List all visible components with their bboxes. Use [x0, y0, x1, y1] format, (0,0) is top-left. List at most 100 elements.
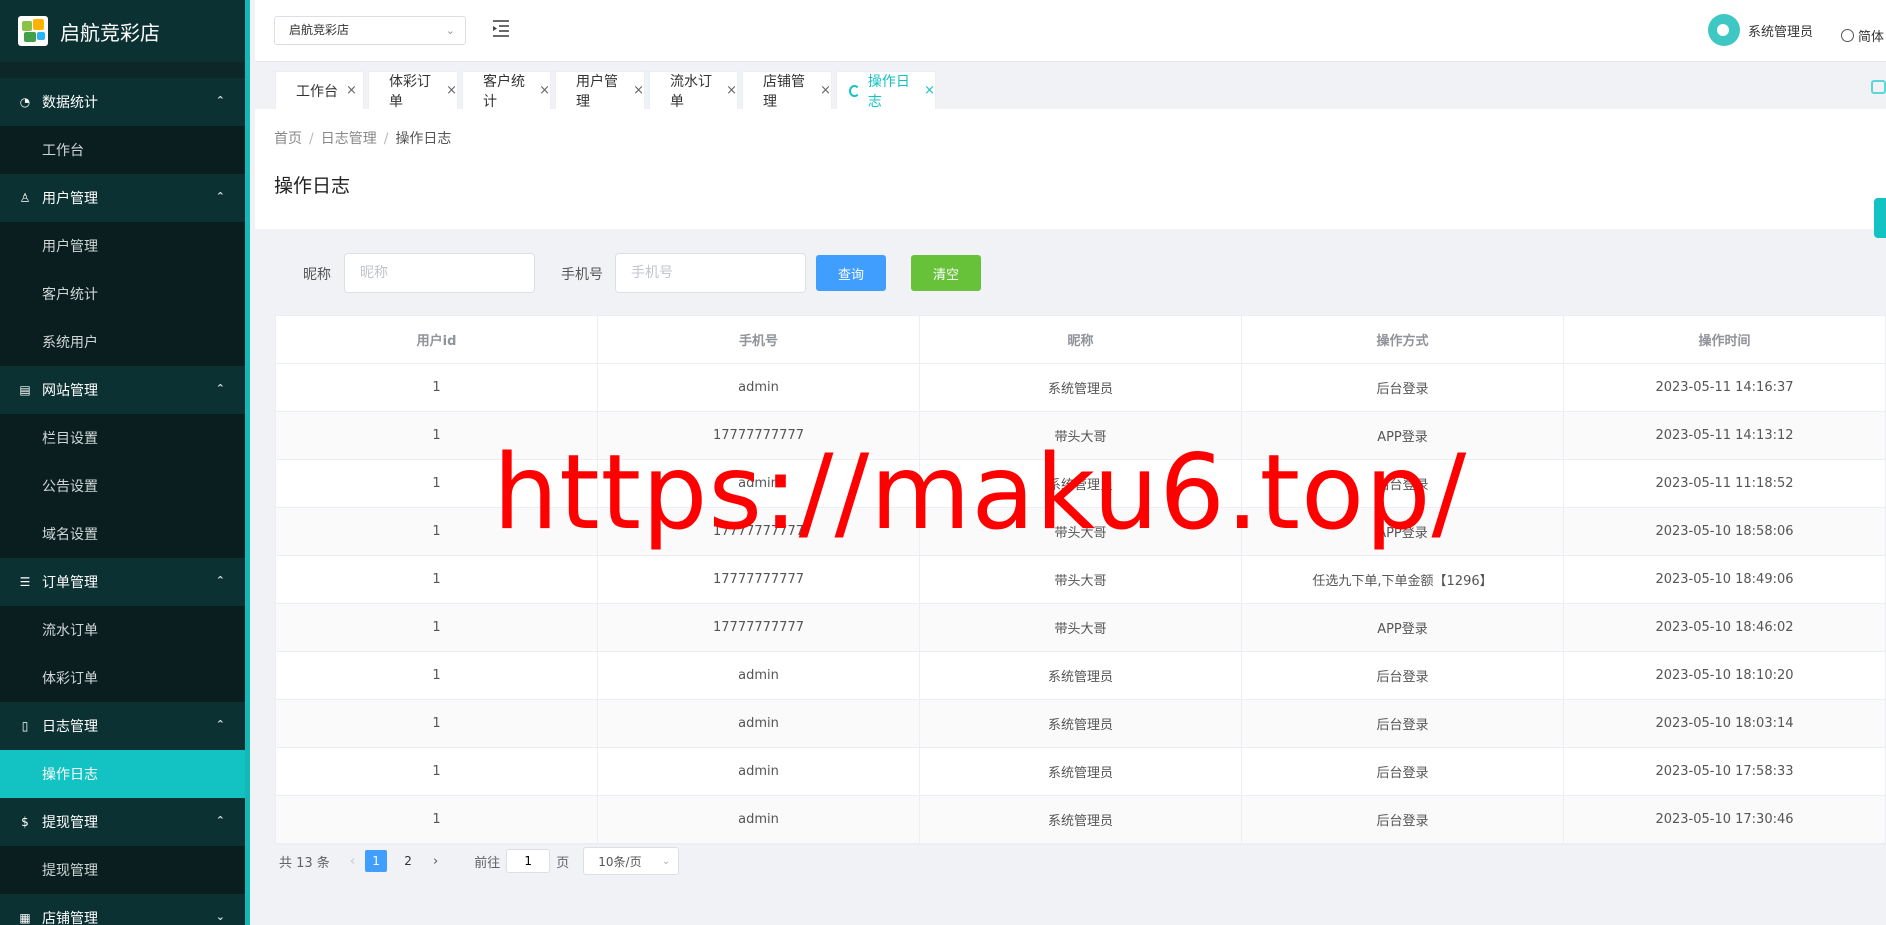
page-size-value: 10条/页 [598, 854, 642, 869]
table-cell: 2023-05-11 14:16:37 [1564, 364, 1886, 411]
table-cell: 后台登录 [1242, 796, 1564, 843]
user-menu[interactable]: 系统管理员 [1708, 14, 1813, 46]
app-logo[interactable]: 启航竞彩店 [0, 0, 245, 62]
chevron-down-icon: ⌄ [445, 24, 455, 37]
sidebar-item[interactable]: 用户管理 [0, 222, 245, 270]
sidebar-group-label: 提现管理 [42, 815, 98, 831]
tab-item[interactable]: 操作日志 × [836, 71, 936, 110]
list-icon: ☰ [19, 575, 31, 589]
sidebar-group[interactable]: ♙ 用户管理 ⌃ [0, 174, 245, 222]
sidebar-item[interactable]: 体彩订单 [0, 654, 245, 702]
search-bar: 昵称 手机号 查询 清空 [255, 229, 1886, 314]
table-cell: 2023-05-11 14:13:12 [1564, 412, 1886, 459]
shop-select[interactable]: 启航竞彩店 ⌄ [274, 16, 466, 45]
table-cell: 系统管理员 [920, 460, 1242, 507]
clear-button[interactable]: 清空 [911, 255, 981, 291]
column-header: 操作方式 [1242, 316, 1564, 363]
sidebar-group[interactable]: ▦ 店铺管理 ⌄ [0, 894, 245, 925]
next-page-icon[interactable]: › [433, 854, 438, 869]
sidebar-group-label: 订单管理 [42, 575, 98, 591]
column-header: 操作时间 [1564, 316, 1886, 363]
sidebar-group[interactable]: $ 提现管理 ⌃ [0, 798, 245, 846]
user-name: 系统管理员 [1748, 24, 1814, 40]
sidebar-item[interactable]: 域名设置 [0, 510, 245, 558]
sidebar-item[interactable]: 公告设置 [0, 462, 245, 510]
nickname-label: 昵称 [303, 267, 331, 283]
logo-icon [18, 16, 48, 46]
breadcrumb-home[interactable]: 首页 [274, 131, 302, 147]
table-row: 1 admin 系统管理员 后台登录 2023-05-11 14:16:37 [276, 364, 1886, 412]
sidebar-item[interactable]: 客户统计 [0, 270, 245, 318]
close-icon[interactable]: × [924, 83, 935, 98]
sidebar-group[interactable]: ▯ 日志管理 ⌃ [0, 702, 245, 750]
table-cell: 后台登录 [1242, 748, 1564, 795]
chevron-up-icon: ⌃ [215, 94, 225, 107]
table-cell: 带头大哥 [920, 604, 1242, 651]
tab-item[interactable]: 体彩订单 × [368, 71, 458, 110]
table-row: 1 admin 系统管理员 后台登录 2023-05-10 18:10:20 [276, 652, 1886, 700]
query-button[interactable]: 查询 [816, 255, 886, 291]
page-number[interactable]: 2 [397, 850, 419, 872]
table-cell: admin [598, 748, 920, 795]
phone-input[interactable] [615, 253, 806, 293]
table-cell: 2023-05-10 18:03:14 [1564, 700, 1886, 747]
close-icon[interactable]: × [446, 83, 457, 98]
tab-item[interactable]: 店铺管理 × [742, 71, 832, 110]
sidebar-group[interactable]: ▤ 网站管理 ⌃ [0, 366, 245, 414]
close-icon[interactable]: × [633, 83, 644, 98]
chevron-up-icon: ⌃ [215, 574, 225, 587]
table-row: 1 17777777777 带头大哥 APP登录 2023-05-10 18:46:02 [276, 604, 1886, 652]
tab-label: 客户统计 [483, 73, 525, 110]
sidebar-menu: ◔ 数据统计 ⌃ 工作台 ♙ 用户管理 ⌃ 用户管理 客户统计 系统用户 ▤ 网站管理 ⌃ 栏目设置 公告设… [0, 62, 245, 925]
page-size-select[interactable]: 10条/页 ⌄ [583, 847, 680, 875]
table-cell: 后台登录 [1242, 700, 1564, 747]
sidebar-item[interactable]: 栏目设置 [0, 414, 245, 462]
menu-fold-icon[interactable] [491, 18, 511, 38]
nickname-input[interactable] [344, 253, 535, 293]
table-cell: 带头大哥 [920, 412, 1242, 459]
tab-item[interactable]: 流水订单 × [649, 71, 738, 110]
table-cell: 2023-05-10 18:10:20 [1564, 652, 1886, 699]
close-icon[interactable]: × [820, 83, 831, 98]
table-cell: 1 [276, 748, 598, 795]
table-cell: 17777777777 [598, 412, 920, 459]
sidebar-item[interactable]: 提现管理 [0, 846, 245, 894]
sidebar-group-label: 数据统计 [42, 95, 98, 111]
sidebar-group-label: 网站管理 [42, 383, 98, 399]
chevron-up-icon: ⌃ [215, 814, 225, 827]
close-icon[interactable]: × [726, 83, 737, 98]
user-icon: ♙ [19, 191, 31, 205]
table-cell: 系统管理员 [920, 796, 1242, 843]
sidebar-item[interactable]: 流水订单 [0, 606, 245, 654]
close-icon[interactable]: × [346, 83, 357, 98]
page-number[interactable]: 1 [365, 850, 388, 872]
sidebar-group-label: 日志管理 [42, 719, 98, 735]
table-cell: 1 [276, 412, 598, 459]
table-cell: 2023-05-10 18:58:06 [1564, 508, 1886, 555]
sidebar-item[interactable]: 工作台 [0, 126, 245, 174]
sidebar-item[interactable]: 操作日志 [0, 750, 245, 798]
sidebar-group-label: 店铺管理 [42, 911, 98, 925]
tab-item[interactable]: 客户统计 × [462, 71, 551, 110]
sidebar-group[interactable]: ◔ 数据统计 ⌃ [0, 78, 245, 126]
table-cell: 带头大哥 [920, 508, 1242, 555]
phone-label: 手机号 [561, 267, 603, 283]
table-cell: 1 [276, 556, 598, 603]
table-cell: 后台登录 [1242, 364, 1564, 411]
sidebar-group[interactable]: ☰ 订单管理 ⌃ [0, 558, 245, 606]
table-cell: 1 [276, 796, 598, 843]
language-switch[interactable]: 简体 [1841, 26, 1884, 45]
table-cell: 1 [276, 508, 598, 555]
breadcrumb-current: 操作日志 [395, 131, 452, 147]
breadcrumb-log-management[interactable]: 日志管理 [321, 131, 377, 147]
close-icon[interactable]: × [539, 83, 550, 98]
refresh-icon[interactable] [849, 84, 860, 97]
goto-page-input[interactable] [506, 849, 551, 873]
tab-item[interactable]: 工作台 × [275, 71, 364, 109]
sidebar-item[interactable]: 系统用户 [0, 318, 245, 366]
lock-icon[interactable] [1871, 80, 1886, 94]
table-cell: 17777777777 [598, 508, 920, 555]
breadcrumb: 首页 / 日志管理 / 操作日志 [274, 131, 452, 147]
tab-item[interactable]: 用户管理 × [555, 71, 645, 110]
prev-page-icon[interactable]: ‹ [350, 854, 355, 869]
